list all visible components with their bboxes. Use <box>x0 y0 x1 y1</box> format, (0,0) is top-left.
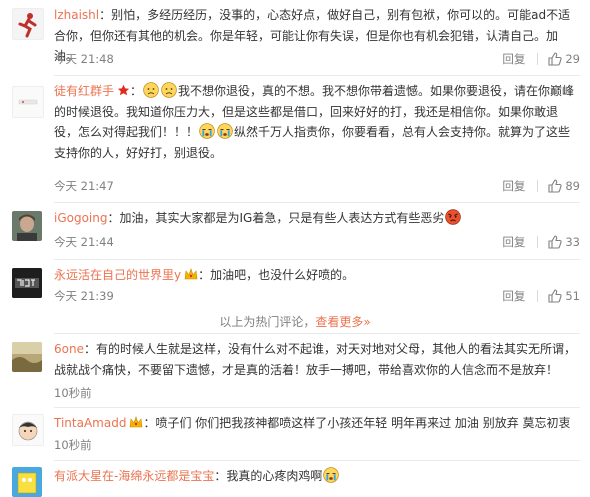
crown-badge-icon <box>184 268 198 280</box>
action-separator <box>537 236 539 248</box>
avatar[interactable] <box>12 8 44 40</box>
angry-face-icon <box>445 209 462 225</box>
comment-time: 10秒前 <box>54 438 92 452</box>
thumb-up-icon <box>548 235 562 249</box>
comment-username[interactable]: TintaAmadd <box>54 416 126 430</box>
sad-face-icon <box>143 82 159 98</box>
reply-button[interactable]: 回复 <box>502 288 525 304</box>
comment-body: 有派大星在-海绵永远都是宝宝：我真的心疼肉鸡啊 <box>54 466 580 487</box>
avatar-cartoon-image <box>12 467 42 497</box>
comment-time: 今天 21:48 <box>54 52 114 66</box>
comment-text: ：加油吧，也没什么好喷的。 <box>198 268 355 282</box>
comment-time: 今天 21:47 <box>54 179 114 193</box>
thumb-up-icon <box>548 289 562 303</box>
reply-button[interactable]: 回复 <box>502 178 525 194</box>
comment-time: 10秒前 <box>54 386 92 400</box>
comment-time: 今天 21:39 <box>54 289 114 303</box>
comment-username[interactable]: 有派大星在-海绵永远都是宝宝 <box>54 469 214 483</box>
star-badge-icon <box>117 84 130 96</box>
view-more-link[interactable]: 查看更多» <box>315 315 370 329</box>
like-button[interactable]: 33 <box>548 235 580 249</box>
crown-badge-icon <box>130 416 143 428</box>
comment-body: 徒有红群手：我不想你退役，真的不想。我不想你带着遗憾。如果你要退役，请在你巅峰的… <box>54 82 575 160</box>
comment-body: TintaAmadd ：喷子们 你们把我孩神都喷这样了小孩还年轻 明年再来过 加油… <box>54 413 580 434</box>
comment-text: ：加油，其实大家都是为IG着急，只是有些人表达方式有些恶劣 <box>107 211 445 225</box>
comment-list: lzhaishl：别怕，多经历经历，没事的，心态好点，做好自己，别有包袱，你可以… <box>0 0 590 497</box>
comment-text: ：别怕，多经历经历，没事的，心态好点，做好自己，别有包袱，你可以的。可能ad不适… <box>54 8 571 63</box>
avatar-landscape-image <box>12 342 42 372</box>
sad-face-icon <box>161 82 177 98</box>
comment-divider <box>54 75 580 76</box>
section-divider <box>54 333 580 334</box>
comment-username[interactable]: iGogoing <box>54 211 108 225</box>
like-button[interactable]: 51 <box>548 289 580 303</box>
comment-divider <box>54 407 580 408</box>
comment-text: ：有的时候人生就是这样，没有什么对不起谁，对天对地对父母，其他人的看法其实无所谓… <box>54 342 576 377</box>
comment-actions: 回复 89 <box>502 178 580 194</box>
avatar[interactable] <box>12 86 44 118</box>
like-count: 89 <box>565 179 580 193</box>
comment-actions: 回复 29 <box>502 51 580 67</box>
avatar[interactable] <box>12 342 42 372</box>
hot-comments-text: 以上为热门评论， <box>219 315 316 329</box>
action-separator <box>537 180 539 192</box>
thumb-up-icon <box>548 179 562 193</box>
comment-divider <box>54 259 580 260</box>
comment-divider <box>54 460 580 461</box>
avatar[interactable] <box>12 268 42 298</box>
avatar-logo-image <box>12 268 42 298</box>
comment-text: ：喷子们 你们把我孩神都喷这样了小孩还年轻 明年再来过 加油 别放弃 莫忘初衷 <box>143 416 571 430</box>
avatar[interactable] <box>12 414 44 446</box>
comment-time: 今天 21:44 <box>54 235 114 249</box>
reply-button[interactable]: 回复 <box>502 51 525 67</box>
avatar[interactable] <box>12 211 42 241</box>
reply-button[interactable]: 回复 <box>502 234 525 250</box>
comment-username[interactable]: lzhaishl <box>54 8 99 22</box>
avatar-runner-image <box>13 9 43 39</box>
like-count: 29 <box>565 52 580 66</box>
comment-body: iGogoing：加油，其实大家都是为IG着急，只是有些人表达方式有些恶劣 <box>54 208 580 229</box>
crying-face-icon <box>217 123 233 139</box>
comment-username[interactable]: 徒有红群手 <box>54 84 114 98</box>
avatar-cartoon-image <box>13 415 43 445</box>
like-button[interactable]: 89 <box>548 179 580 193</box>
avatar[interactable] <box>12 467 42 497</box>
comment-divider <box>54 202 580 203</box>
like-count: 51 <box>565 289 580 303</box>
crying-face-icon <box>199 123 215 139</box>
avatar-default-image <box>18 99 38 105</box>
crying-face-icon <box>323 467 340 483</box>
like-count: 33 <box>565 235 580 249</box>
comment-actions: 回复 51 <box>502 288 580 304</box>
avatar-photo-image <box>12 211 42 241</box>
comment-body: 6one：有的时候人生就是这样，没有什么对不起谁，对天对地对父母，其他人的看法其… <box>54 339 580 380</box>
comment-username[interactable]: 永远活在自己的世界里y <box>54 268 181 282</box>
action-separator <box>537 53 539 65</box>
comment-body: 永远活在自己的世界里y ：加油吧，也没什么好喷的。 <box>54 265 580 286</box>
hot-comments-divider: 以上为热门评论，查看更多» <box>0 313 590 330</box>
action-separator <box>537 290 539 302</box>
comment-body: lzhaishl：别怕，多经历经历，没事的，心态好点，做好自己，别有包袱，你可以… <box>54 5 580 67</box>
comment-username[interactable]: 6one <box>54 342 84 356</box>
comment-text: ：我真的心疼肉鸡啊 <box>214 469 323 483</box>
comment-actions: 回复 33 <box>502 234 580 250</box>
like-button[interactable]: 29 <box>548 52 580 66</box>
thumb-up-icon <box>548 52 562 66</box>
